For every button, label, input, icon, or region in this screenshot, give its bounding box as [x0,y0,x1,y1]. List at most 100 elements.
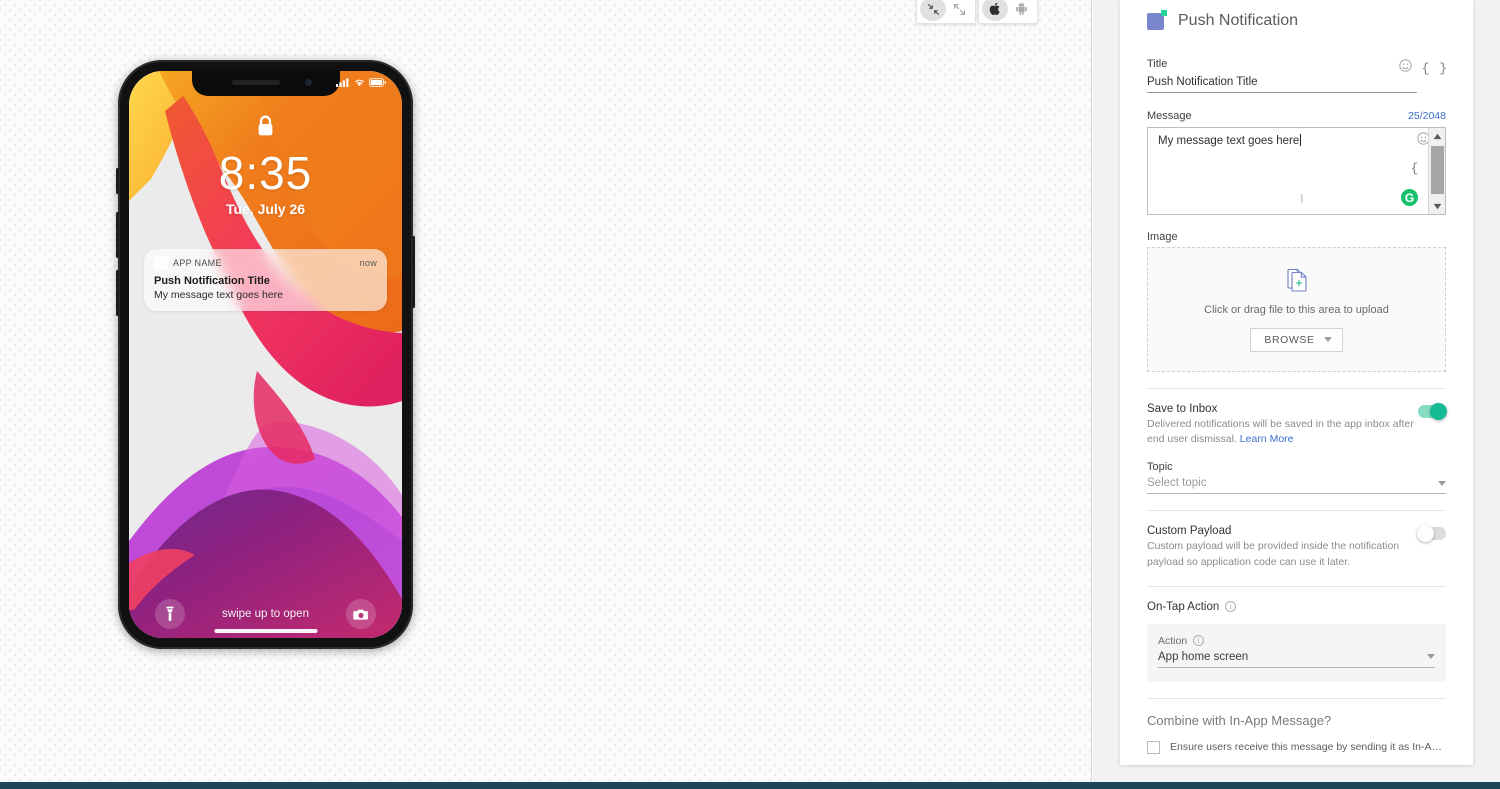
platform-android-button[interactable] [1008,0,1034,21]
notification-header: APP NAME now [154,256,377,270]
message-textarea[interactable]: My message text goes here { } I G [1147,127,1446,215]
phone-volume-down-button [116,270,119,316]
image-field-group: Image Click or drag file to this area to… [1147,231,1446,372]
on-tap-action-section: On-Tap Action i Action i App home screen [1147,585,1446,682]
chevron-down-icon [1427,654,1435,660]
camera-button[interactable] [346,599,376,629]
phone-volume-up-button [116,212,119,258]
zoom-out-button[interactable] [920,0,946,21]
flashlight-button[interactable] [155,599,185,629]
wifi-icon [355,79,364,87]
phone-mute-button [116,168,119,194]
action-label: Action [1158,634,1188,647]
notification-body: My message text goes here [154,289,283,301]
contract-arrows-icon [927,3,939,15]
flashlight-icon [166,606,174,622]
grammarly-badge[interactable]: G [1401,189,1418,206]
lock-screen-controls: swipe up to open [129,599,402,629]
combine-checkbox[interactable] [1147,740,1160,754]
combine-checkbox-row[interactable]: Ensure users receive this message by sen… [1147,740,1446,754]
save-to-inbox-title: Save to Inbox [1147,403,1218,415]
canvas-stage: 8:35 Tue, July 26 APP NAME now Push Noti… [0,0,1092,782]
scroll-down-arrow-icon[interactable] [1433,198,1442,214]
image-label: Image [1147,231,1178,243]
emoji-icon[interactable] [1398,59,1412,77]
phone-screen: 8:35 Tue, July 26 APP NAME now Push Noti… [129,71,402,638]
topic-label: Topic [1147,461,1173,474]
message-character-counter: 25/2048 [1408,110,1446,122]
earpiece-speaker [231,80,280,85]
custom-payload-title: Custom Payload [1147,525,1232,538]
topic-select[interactable]: Select topic [1147,475,1446,495]
text-caret [1300,134,1302,146]
text-cursor-icon: I [1300,191,1304,206]
save-to-inbox-section: Save to Inbox Delivered notifications wi… [1147,388,1447,495]
camera-icon [353,609,368,620]
save-to-inbox-description: Delivered notifications will be saved in… [1147,418,1414,446]
notification-app-name: APP NAME [173,258,222,268]
scroll-up-arrow-icon[interactable] [1433,128,1442,144]
bottom-status-bar [0,782,1500,789]
message-scrollbar[interactable] [1428,128,1445,214]
zoom-toolbar [916,0,976,24]
platform-ios-button[interactable] [982,0,1008,21]
apple-icon [989,2,1000,15]
file-add-icon [1286,268,1307,292]
custom-payload-header: Custom Payload Custom payload will be pr… [1147,525,1446,569]
message-field-group: Message 25/2048 My message text goes her… [1147,110,1446,215]
combine-title: Combine with In-App Message? [1147,712,1332,728]
app-icon-placeholder [154,256,168,270]
battery-icon [369,78,386,87]
android-icon [1015,2,1027,16]
combine-section: Combine with In-App Message? Ensure user… [1147,697,1446,754]
action-card: Action i App home screen [1147,623,1446,682]
curly-braces-icon[interactable]: { } [1422,61,1448,76]
preview-notification-card[interactable]: APP NAME now Push Notification Title My … [144,249,387,311]
learn-more-link[interactable]: Learn More [1240,433,1294,445]
front-camera [304,79,312,86]
browse-button[interactable]: BROWSE [1250,327,1343,352]
scrollbar-thumb[interactable] [1430,146,1444,194]
image-dropzone[interactable]: Click or drag file to this area to uploa… [1147,247,1446,372]
phone-notch [191,71,340,96]
action-value: App home screen [1158,650,1249,663]
combine-checkbox-label: Ensure users receive this message by sen… [1170,741,1446,754]
signal-bars-icon [336,78,349,87]
phone-status-bar [336,78,386,87]
push-notification-icon [1147,9,1167,30]
info-icon[interactable]: i [1193,635,1205,647]
notification-time: now [359,258,377,268]
lock-screen-clock-area: 8:35 Tue, July 26 [129,115,402,217]
platform-toolbar [978,0,1038,24]
info-icon[interactable]: i [1225,601,1237,613]
home-indicator [214,629,317,633]
title-field-group: Title { } [1147,58,1448,93]
browse-label: BROWSE [1264,333,1315,346]
title-field-icons: { } [1398,59,1448,77]
lock-icon [129,115,402,143]
action-sub-header: Action i [1158,635,1435,647]
zoom-in-button[interactable] [946,0,972,21]
custom-payload-section: Custom Payload Custom payload will be pr… [1147,510,1446,569]
save-to-inbox-toggle[interactable] [1418,403,1447,420]
custom-payload-description: Custom payload will be provided inside t… [1147,540,1400,568]
on-tap-action-label: On-Tap Action [1147,600,1220,613]
panel-header: Push Notification [1147,0,1446,36]
dropzone-hint: Click or drag file to this area to uploa… [1204,303,1389,316]
message-label-row: Message 25/2048 [1147,110,1446,124]
push-notification-form: Push Notification Title { } [1120,0,1473,765]
action-select[interactable]: App home screen [1158,649,1435,668]
phone-power-button [412,236,415,308]
custom-payload-toggle[interactable] [1417,525,1446,543]
swipe-up-hint: swipe up to open [222,608,309,620]
lock-screen-time: 8:35 [218,147,313,199]
message-label: Message [1147,110,1192,122]
notification-title: Push Notification Title [154,275,270,287]
expand-arrows-icon [953,3,965,15]
topic-value: Select topic [1147,477,1207,490]
on-tap-action-header: On-Tap Action i [1147,601,1446,613]
message-value: My message text goes here [1158,134,1302,147]
settings-panel: Push Notification Title { } [1093,0,1500,782]
title-input[interactable] [1147,74,1417,93]
chevron-down-icon [1323,337,1332,342]
